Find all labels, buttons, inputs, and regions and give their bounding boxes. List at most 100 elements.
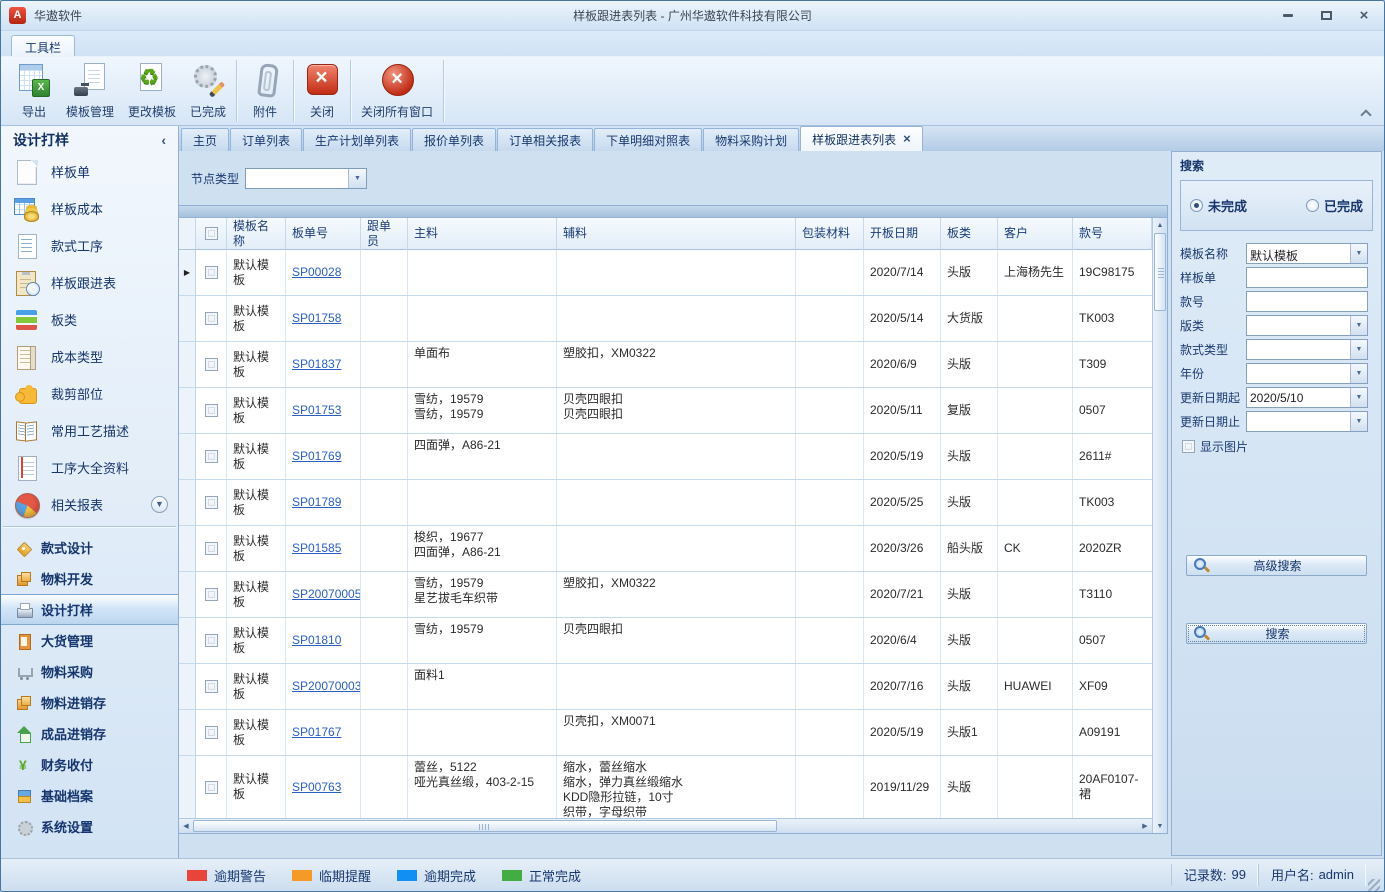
tab-order-list[interactable]: 订单列表 — [230, 128, 302, 151]
column-header-pack[interactable]: 包装材料 — [796, 218, 864, 250]
column-header-cust[interactable]: 客户 — [998, 218, 1073, 250]
tab-production-plan-list[interactable]: 生产计划单列表 — [303, 128, 411, 151]
column-header-follower[interactable]: 跟单员 — [361, 218, 408, 250]
search-style-type-dropdown[interactable]: ▼ — [1246, 339, 1368, 360]
tab-order-detail-compare[interactable]: 下单明细对照表 — [594, 128, 702, 151]
resize-grip[interactable] — [1368, 879, 1380, 891]
search-button[interactable]: 搜索 — [1186, 623, 1367, 644]
search-sample-order-input[interactable] — [1246, 267, 1368, 288]
row-checkbox[interactable] — [205, 726, 218, 739]
nav-item-material-dev[interactable]: 物料开发 — [1, 563, 178, 594]
row-checkbox[interactable] — [205, 542, 218, 555]
sidebar-item-craft-desc[interactable]: 常用工艺描述 — [1, 412, 178, 449]
row-checkbox[interactable] — [205, 358, 218, 371]
order-no-link[interactable]: SP01585 — [292, 541, 341, 556]
search-style-no-input[interactable] — [1246, 291, 1368, 312]
tab-close-icon[interactable]: × — [903, 134, 911, 144]
order-no-link[interactable]: SP01769 — [292, 449, 341, 464]
completed-button[interactable]: 已完成 — [183, 57, 233, 125]
order-no-link[interactable]: SP200700055 — [292, 587, 361, 602]
sidebar-item-sample-cost[interactable]: 样板成本 — [1, 190, 178, 227]
search-year-dropdown[interactable]: ▼ — [1246, 363, 1368, 384]
search-update-date-from-dropdown[interactable]: 2020/5/10▼ — [1246, 387, 1368, 408]
row-checkbox[interactable] — [205, 588, 218, 601]
vertical-scrollbar[interactable]: ▲ ▼ — [1152, 218, 1167, 833]
order-no-link[interactable]: SP200700038 — [292, 679, 361, 694]
column-header-template[interactable]: 模板名称 — [227, 218, 286, 250]
change-template-button[interactable]: 更改模板 — [121, 57, 183, 125]
row-checkbox[interactable] — [205, 496, 218, 509]
column-header-style[interactable]: 款号 — [1073, 218, 1152, 250]
order-no-link[interactable]: SP00763 — [292, 780, 341, 795]
node-type-dropdown[interactable]: ▼ — [245, 168, 367, 189]
close-window-button[interactable]: × — [1352, 8, 1376, 24]
nav-item-design-sample[interactable]: 设计打样 — [1, 594, 178, 625]
search-board-type-dropdown[interactable]: ▼ — [1246, 315, 1368, 336]
close-all-button[interactable]: 关闭所有窗口 — [354, 57, 440, 125]
column-header-btype[interactable]: 板类 — [941, 218, 998, 250]
order-no-link[interactable]: SP01753 — [292, 403, 341, 418]
row-checkbox[interactable] — [205, 266, 218, 279]
nav-item-bulk-mgmt[interactable]: 大货管理 — [1, 625, 178, 656]
horizontal-scroll-thumb[interactable] — [193, 820, 777, 832]
nav-item-finance[interactable]: 财务收付 — [1, 749, 178, 780]
nav-item-material-purchase[interactable]: 物料采购 — [1, 656, 178, 687]
vertical-scroll-thumb[interactable] — [1154, 233, 1166, 311]
advanced-search-button[interactable]: 高级搜索 — [1186, 555, 1367, 576]
export-button[interactable]: 导出 — [9, 57, 59, 125]
nav-item-style-design[interactable]: 款式设计 — [1, 532, 178, 563]
order-no-link[interactable]: SP00028 — [292, 265, 341, 280]
sidebar-item-reports[interactable]: 相关报表▼ — [1, 486, 178, 523]
radio-option-finished[interactable]: 已完成 — [1306, 196, 1363, 215]
expand-toggle-button[interactable]: ▼ — [151, 496, 168, 513]
maximize-button[interactable] — [1314, 8, 1338, 24]
order-no-link[interactable]: SP01758 — [292, 311, 341, 326]
row-checkbox[interactable] — [205, 404, 218, 417]
select-all-checkbox[interactable] — [205, 227, 218, 240]
nav-item-material-inventory[interactable]: 物料进销存 — [1, 687, 178, 718]
search-update-date-to-dropdown[interactable]: ▼ — [1246, 411, 1368, 432]
row-checkbox[interactable] — [205, 634, 218, 647]
scroll-down-arrow-icon[interactable]: ▼ — [1153, 819, 1167, 833]
order-no-link[interactable]: SP01767 — [292, 725, 341, 740]
sidebar-item-board-type[interactable]: 板类 — [1, 301, 178, 338]
column-header-aux[interactable]: 辅料 — [557, 218, 796, 250]
row-checkbox[interactable] — [205, 312, 218, 325]
scroll-up-arrow-icon[interactable]: ▲ — [1153, 218, 1167, 232]
tab-order-reports[interactable]: 订单相关报表 — [497, 128, 593, 151]
row-checkbox[interactable] — [205, 680, 218, 693]
horizontal-scrollbar[interactable]: ◀ ▶ — [179, 818, 1152, 833]
search-template-name-dropdown[interactable]: 默认模板▼ — [1246, 243, 1368, 264]
radio-option-unfinished[interactable]: 未完成 — [1190, 196, 1247, 215]
sidebar-collapse-icon[interactable]: ‹ — [161, 132, 166, 148]
tab-quotation-list[interactable]: 报价单列表 — [412, 128, 496, 151]
scroll-left-arrow-icon[interactable]: ◀ — [179, 819, 193, 833]
tab-material-purchase-plan[interactable]: 物料采购计划 — [703, 128, 799, 151]
column-header-orderno[interactable]: 板单号 — [286, 218, 361, 250]
column-header-main[interactable]: 主料 — [408, 218, 557, 250]
ribbon-collapse-chevron-icon[interactable] — [1361, 108, 1370, 117]
scroll-right-arrow-icon[interactable]: ▶ — [1138, 819, 1152, 833]
tab-home[interactable]: 主页 — [181, 128, 229, 151]
sidebar-item-process-data[interactable]: 工序大全资料 — [1, 449, 178, 486]
column-header-date[interactable]: 开板日期 — [864, 218, 941, 250]
minimize-button[interactable] — [1276, 8, 1300, 24]
sidebar-item-sample-order[interactable]: 样板单 — [1, 153, 178, 190]
close-button[interactable]: 关闭 — [297, 57, 347, 125]
sidebar-item-sample-followup[interactable]: 样板跟进表 — [1, 264, 178, 301]
template-manage-button[interactable]: 模板管理 — [59, 57, 121, 125]
order-no-link[interactable]: SP01837 — [292, 357, 341, 372]
sidebar-item-cut-part[interactable]: 裁剪部位 — [1, 375, 178, 412]
order-no-link[interactable]: SP01789 — [292, 495, 341, 510]
attachment-button[interactable]: 附件 — [240, 57, 290, 125]
tab-sample-followup-list[interactable]: 样板跟进表列表× — [800, 126, 923, 151]
sidebar-item-cost-type[interactable]: 成本类型 — [1, 338, 178, 375]
nav-item-product-inventory[interactable]: 成品进销存 — [1, 718, 178, 749]
order-no-link[interactable]: SP01810 — [292, 633, 341, 648]
row-checkbox[interactable] — [205, 781, 218, 794]
show-image-checkbox[interactable] — [1182, 440, 1195, 453]
nav-item-system-settings[interactable]: 系统设置 — [1, 811, 178, 842]
show-image-option[interactable]: 显示图片 — [1182, 438, 1381, 455]
nav-item-basic-archive[interactable]: 基础档案 — [1, 780, 178, 811]
row-checkbox[interactable] — [205, 450, 218, 463]
